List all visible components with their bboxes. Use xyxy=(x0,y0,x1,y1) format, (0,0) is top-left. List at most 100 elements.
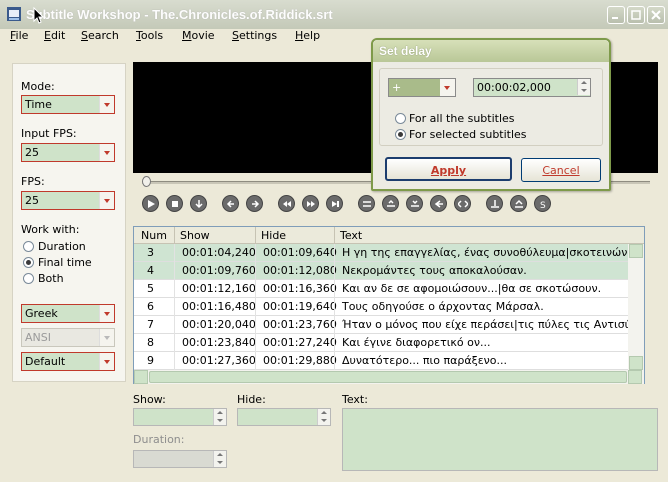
input-fps-label: Input FPS: xyxy=(21,127,77,140)
jump-back-icon[interactable] xyxy=(430,195,447,212)
set-start-icon[interactable] xyxy=(382,195,399,212)
maximize-button[interactable] xyxy=(627,6,645,24)
input-fps-dropdown[interactable]: 25 xyxy=(21,143,115,162)
input-fps-value: 25 xyxy=(25,146,39,159)
chevron-down-icon[interactable] xyxy=(99,353,114,370)
lines-icon[interactable] xyxy=(358,195,375,212)
sync-icon[interactable]: S xyxy=(534,195,551,212)
app-icon[interactable] xyxy=(6,6,22,22)
apply-label: Apply xyxy=(430,164,467,177)
radio-both[interactable] xyxy=(23,273,34,284)
radio-final-time[interactable] xyxy=(23,257,34,268)
table-row[interactable]: 3 00:01:04,240 00:01:09,640 Η γη της επαγγε… xyxy=(134,244,628,262)
minimize-button[interactable] xyxy=(607,6,625,24)
row-num: 8 xyxy=(147,336,154,349)
column-show[interactable]: Show xyxy=(180,229,210,242)
chevron-down-icon[interactable] xyxy=(99,192,114,209)
table-row[interactable]: 4 00:01:09,760 00:01:12,080 Νεκρομάντες του… xyxy=(134,262,628,280)
row-hide: 00:01:12,080 xyxy=(263,264,337,277)
mode-dropdown[interactable]: Time xyxy=(21,95,115,114)
fast-forward-icon[interactable] xyxy=(302,195,319,212)
table-row[interactable]: 6 00:01:16,480 00:01:19,640 Τους οδηγούσε ο… xyxy=(134,298,628,316)
shift-icon[interactable] xyxy=(510,195,527,212)
down-arrow-icon[interactable] xyxy=(190,195,207,212)
column-text[interactable]: Text xyxy=(340,229,362,242)
menu-edit[interactable]: Edit xyxy=(44,29,65,42)
cell-divider xyxy=(174,280,175,298)
cancel-button[interactable]: Cancel xyxy=(521,158,601,182)
set-end-icon[interactable] xyxy=(406,195,423,212)
menu-settings[interactable]: Settings xyxy=(232,29,277,42)
row-text: Και έγινε διαφορετικό ον... xyxy=(342,336,491,349)
chevron-down-icon xyxy=(99,329,114,346)
radio-selected-subtitles-label: For selected subtitles xyxy=(409,128,527,141)
chevron-down-icon[interactable] xyxy=(99,305,114,322)
vertical-scrollbar[interactable] xyxy=(628,244,644,371)
scroll-left-icon[interactable] xyxy=(134,370,148,384)
back-icon[interactable] xyxy=(222,195,239,212)
table-row[interactable]: 5 00:01:12,160 00:01:16,360 Και αν δε σε αφ… xyxy=(134,280,628,298)
row-hide: 00:01:19,640 xyxy=(263,300,337,313)
menu-search[interactable]: Search xyxy=(81,29,119,42)
menu-help[interactable]: Help xyxy=(295,29,320,42)
delay-time-input[interactable]: 00:00:02,000 xyxy=(473,78,591,97)
encoding-dropdown: ANSI xyxy=(21,328,115,347)
encoding-value: ANSI xyxy=(25,331,51,344)
cell-divider xyxy=(334,262,335,280)
spin-icon[interactable] xyxy=(317,409,330,425)
cell-divider xyxy=(174,334,175,352)
radio-selected-subtitles[interactable] xyxy=(395,129,406,140)
scroll-down-icon[interactable] xyxy=(629,356,643,370)
horizontal-scrollbar[interactable] xyxy=(134,370,644,384)
scroll-thumb[interactable] xyxy=(149,371,627,383)
apply-button[interactable]: Apply xyxy=(385,157,512,181)
forward-icon[interactable] xyxy=(246,195,263,212)
rewind-icon[interactable] xyxy=(278,195,295,212)
menu-movie[interactable]: Movie xyxy=(182,29,215,42)
spin-icon[interactable] xyxy=(213,409,226,425)
column-divider[interactable] xyxy=(174,227,175,243)
menu-tools[interactable]: Tools xyxy=(136,29,163,42)
chevron-down-icon[interactable] xyxy=(99,96,114,113)
skip-end-icon[interactable] xyxy=(326,195,343,212)
subtitle-text-input[interactable] xyxy=(342,408,658,471)
menu-file[interactable]: File xyxy=(10,29,28,42)
row-hide: 00:01:09,640 xyxy=(263,246,337,259)
left-panel: Mode: Time Input FPS: 25 FPS: 25 Work wi… xyxy=(12,63,126,382)
show-time-input[interactable] xyxy=(133,408,227,426)
play-icon[interactable] xyxy=(142,195,159,212)
svg-text:S: S xyxy=(540,201,546,209)
radio-all-subtitles[interactable] xyxy=(395,113,406,124)
sign-dropdown[interactable]: + xyxy=(388,78,456,97)
column-divider[interactable] xyxy=(255,227,256,243)
row-show: 00:01:12,160 xyxy=(182,282,256,295)
code-icon[interactable] xyxy=(454,195,471,212)
marker-icon[interactable] xyxy=(486,195,503,212)
hide-time-input[interactable] xyxy=(237,408,331,426)
text-label: Text: xyxy=(342,393,368,406)
close-button[interactable] xyxy=(647,6,665,24)
column-hide[interactable]: Hide xyxy=(261,229,286,242)
row-num: 5 xyxy=(147,282,154,295)
chevron-down-icon[interactable] xyxy=(99,144,114,161)
scroll-up-icon[interactable] xyxy=(629,244,643,258)
dialog-title-bar[interactable]: Set delay xyxy=(373,40,609,62)
cell-divider xyxy=(174,244,175,262)
stop-icon[interactable] xyxy=(166,195,183,212)
column-num[interactable]: Num xyxy=(141,229,167,242)
cell-divider xyxy=(334,280,335,298)
table-row[interactable]: 7 00:01:20,040 00:01:23,760 Ήταν ο μόνος πο… xyxy=(134,316,628,334)
table-row[interactable]: 8 00:01:23,840 00:01:27,240 Και έγινε διαφο… xyxy=(134,334,628,352)
profile-dropdown[interactable]: Default xyxy=(21,352,115,371)
scroll-right-icon[interactable] xyxy=(628,370,642,384)
window-title: Subtitle Workshop - The.Chronicles.of.Ri… xyxy=(26,7,333,22)
charset-dropdown[interactable]: Greek xyxy=(21,304,115,323)
row-show: 00:01:09,760 xyxy=(182,264,256,277)
fps-dropdown[interactable]: 25 xyxy=(21,191,115,210)
spin-icon[interactable] xyxy=(577,79,590,95)
table-row[interactable]: 9 00:01:27,360 00:01:29,880 Δυνατότερο... π… xyxy=(134,352,628,370)
column-divider[interactable] xyxy=(334,227,335,243)
seek-thumb[interactable] xyxy=(142,176,151,187)
chevron-down-icon[interactable] xyxy=(440,79,455,96)
radio-duration[interactable] xyxy=(23,241,34,252)
